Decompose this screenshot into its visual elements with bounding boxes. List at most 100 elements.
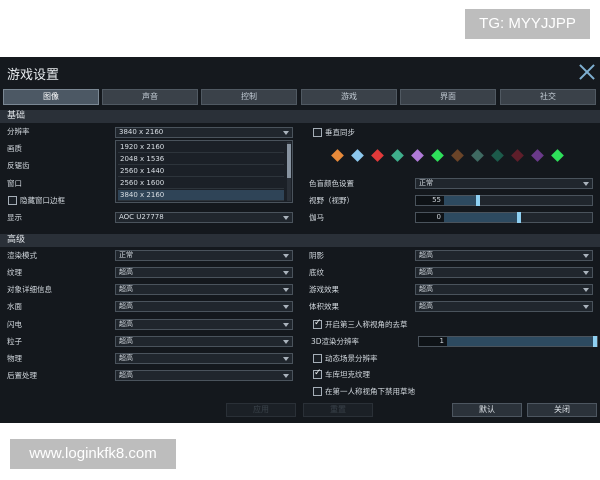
resolution-dropdown[interactable]: 3840 x 2160: [115, 127, 293, 138]
borderless-checkbox[interactable]: [8, 196, 17, 205]
first-person-grass-checkbox[interactable]: [313, 387, 322, 396]
display-label: 显示: [7, 213, 22, 222]
chevron-down-icon: [283, 131, 289, 135]
game-effects-dropdown[interactable]: 超高: [415, 284, 593, 295]
antialias-label: 反锯齿: [7, 161, 30, 170]
colorblind-value: 正常: [419, 179, 433, 187]
resolution-option[interactable]: 1920 x 2160: [118, 142, 284, 153]
chevron-down-icon: [283, 271, 289, 275]
garage-texture-checkbox[interactable]: [313, 368, 322, 379]
title-bar: 游戏设置: [0, 57, 600, 90]
water-label: 水面: [7, 302, 22, 311]
lightning-dropdown[interactable]: 超高: [115, 319, 293, 330]
tab-graphics[interactable]: 图像: [3, 89, 99, 105]
color-swatch-icon[interactable]: [451, 149, 464, 162]
reset-button[interactable]: 重置: [303, 403, 373, 417]
tab-game[interactable]: 游戏: [301, 89, 397, 105]
color-swatch-icon[interactable]: [511, 149, 524, 162]
resolution-options-list: 1920 x 2160 2048 x 1536 2560 x 1440 2560…: [115, 140, 293, 203]
render-resolution-value: 1: [419, 337, 447, 346]
render-resolution-knob[interactable]: [593, 336, 597, 347]
display-dropdown[interactable]: AOC U27778: [115, 212, 293, 223]
shading-dropdown[interactable]: 超高: [415, 267, 593, 278]
third-person-grass-checkbox[interactable]: [313, 318, 322, 329]
post-processing-label: 后置处理: [7, 371, 37, 380]
resolution-option[interactable]: 2560 x 1600: [118, 178, 284, 189]
tab-social[interactable]: 社交: [500, 89, 596, 105]
first-person-grass-label: 在第一人称视角下禁用草地: [325, 387, 415, 396]
color-swatch-icon[interactable]: [411, 149, 424, 162]
default-button[interactable]: 默认: [452, 403, 522, 417]
dynamic-resolution-checkbox[interactable]: [313, 354, 322, 363]
color-swatch-icon[interactable]: [431, 149, 444, 162]
color-swatch-icon[interactable]: [551, 149, 564, 162]
watermark-url: www.loginkfk8.com: [10, 439, 176, 469]
texture-value: 超高: [119, 268, 133, 276]
physics-label: 物理: [7, 354, 22, 363]
render-resolution-slider[interactable]: 1: [418, 336, 598, 347]
object-detail-label: 对象详细信息: [7, 285, 52, 294]
render-resolution-fill: [447, 337, 593, 346]
post-processing-dropdown[interactable]: 超高: [115, 370, 293, 381]
color-swatch-icon[interactable]: [531, 149, 544, 162]
physics-dropdown[interactable]: 超高: [115, 353, 293, 364]
texture-dropdown[interactable]: 超高: [115, 267, 293, 278]
color-swatch-icon[interactable]: [471, 149, 484, 162]
gamma-knob[interactable]: [517, 212, 521, 223]
borderless-label: 隐藏窗口边框: [20, 196, 65, 205]
resolution-option-selected[interactable]: 3840 x 2160: [118, 190, 284, 201]
fov-knob[interactable]: [476, 195, 480, 206]
resolution-option[interactable]: 2560 x 1440: [118, 166, 284, 177]
volumetric-label: 体积效果: [309, 302, 339, 311]
shadows-dropdown[interactable]: 超高: [415, 250, 593, 261]
chevron-down-icon: [283, 216, 289, 220]
fov-value: 55: [416, 196, 444, 205]
render-mode-dropdown[interactable]: 正常: [115, 250, 293, 261]
game-effects-label: 游戏效果: [309, 285, 339, 294]
render-mode-label: 渲染模式: [7, 251, 37, 260]
settings-window: 游戏设置 图像 声音 控制 游戏 界面 社交 基础 分辨率 3840 x 216…: [0, 57, 600, 423]
volumetric-dropdown[interactable]: 超高: [415, 301, 593, 312]
tab-bar: 图像 声音 控制 游戏 界面 社交: [3, 89, 597, 105]
resolution-option[interactable]: 2048 x 1536: [118, 154, 284, 165]
chevron-down-icon: [583, 254, 589, 258]
apply-button[interactable]: 应用: [226, 403, 296, 417]
dynamic-resolution-label: 动态场景分辨率: [325, 354, 378, 363]
shading-label: 底纹: [309, 268, 324, 277]
close-icon[interactable]: [578, 63, 596, 81]
color-swatch-icon[interactable]: [391, 149, 404, 162]
tab-sound[interactable]: 声音: [102, 89, 198, 105]
tab-interface[interactable]: 界面: [400, 89, 496, 105]
render-resolution-label: 3D渲染分辨率: [311, 337, 360, 346]
color-swatch-icon[interactable]: [331, 149, 344, 162]
fov-slider[interactable]: 55: [415, 195, 593, 206]
gamma-value: 0: [416, 213, 444, 222]
scrollbar-thumb[interactable]: [287, 144, 291, 178]
chevron-down-icon: [283, 340, 289, 344]
color-swatch-icon[interactable]: [491, 149, 504, 162]
colorblind-dropdown[interactable]: 正常: [415, 178, 593, 189]
color-swatch-icon[interactable]: [351, 149, 364, 162]
chevron-down-icon: [583, 305, 589, 309]
vsync-label: 垂直同步: [325, 128, 355, 137]
window-title: 游戏设置: [7, 68, 60, 83]
close-button[interactable]: 关闭: [527, 403, 597, 417]
list-scrollbar[interactable]: [287, 142, 291, 201]
object-detail-dropdown[interactable]: 超高: [115, 284, 293, 295]
chevron-down-icon: [283, 305, 289, 309]
render-mode-value: 正常: [119, 251, 133, 259]
tab-control[interactable]: 控制: [201, 89, 297, 105]
vsync-checkbox[interactable]: [313, 128, 322, 137]
chevron-down-icon: [583, 271, 589, 275]
chevron-down-icon: [583, 182, 589, 186]
shading-value: 超高: [419, 268, 433, 276]
gamma-slider[interactable]: 0: [415, 212, 593, 223]
color-swatch-icon[interactable]: [371, 149, 384, 162]
object-detail-value: 超高: [119, 285, 133, 293]
section-advanced: 高级: [0, 234, 600, 247]
particles-dropdown[interactable]: 超高: [115, 336, 293, 347]
chevron-down-icon: [283, 254, 289, 258]
lightning-label: 闪电: [7, 320, 22, 329]
water-dropdown[interactable]: 超高: [115, 301, 293, 312]
gamma-label: 伽马: [309, 213, 324, 222]
